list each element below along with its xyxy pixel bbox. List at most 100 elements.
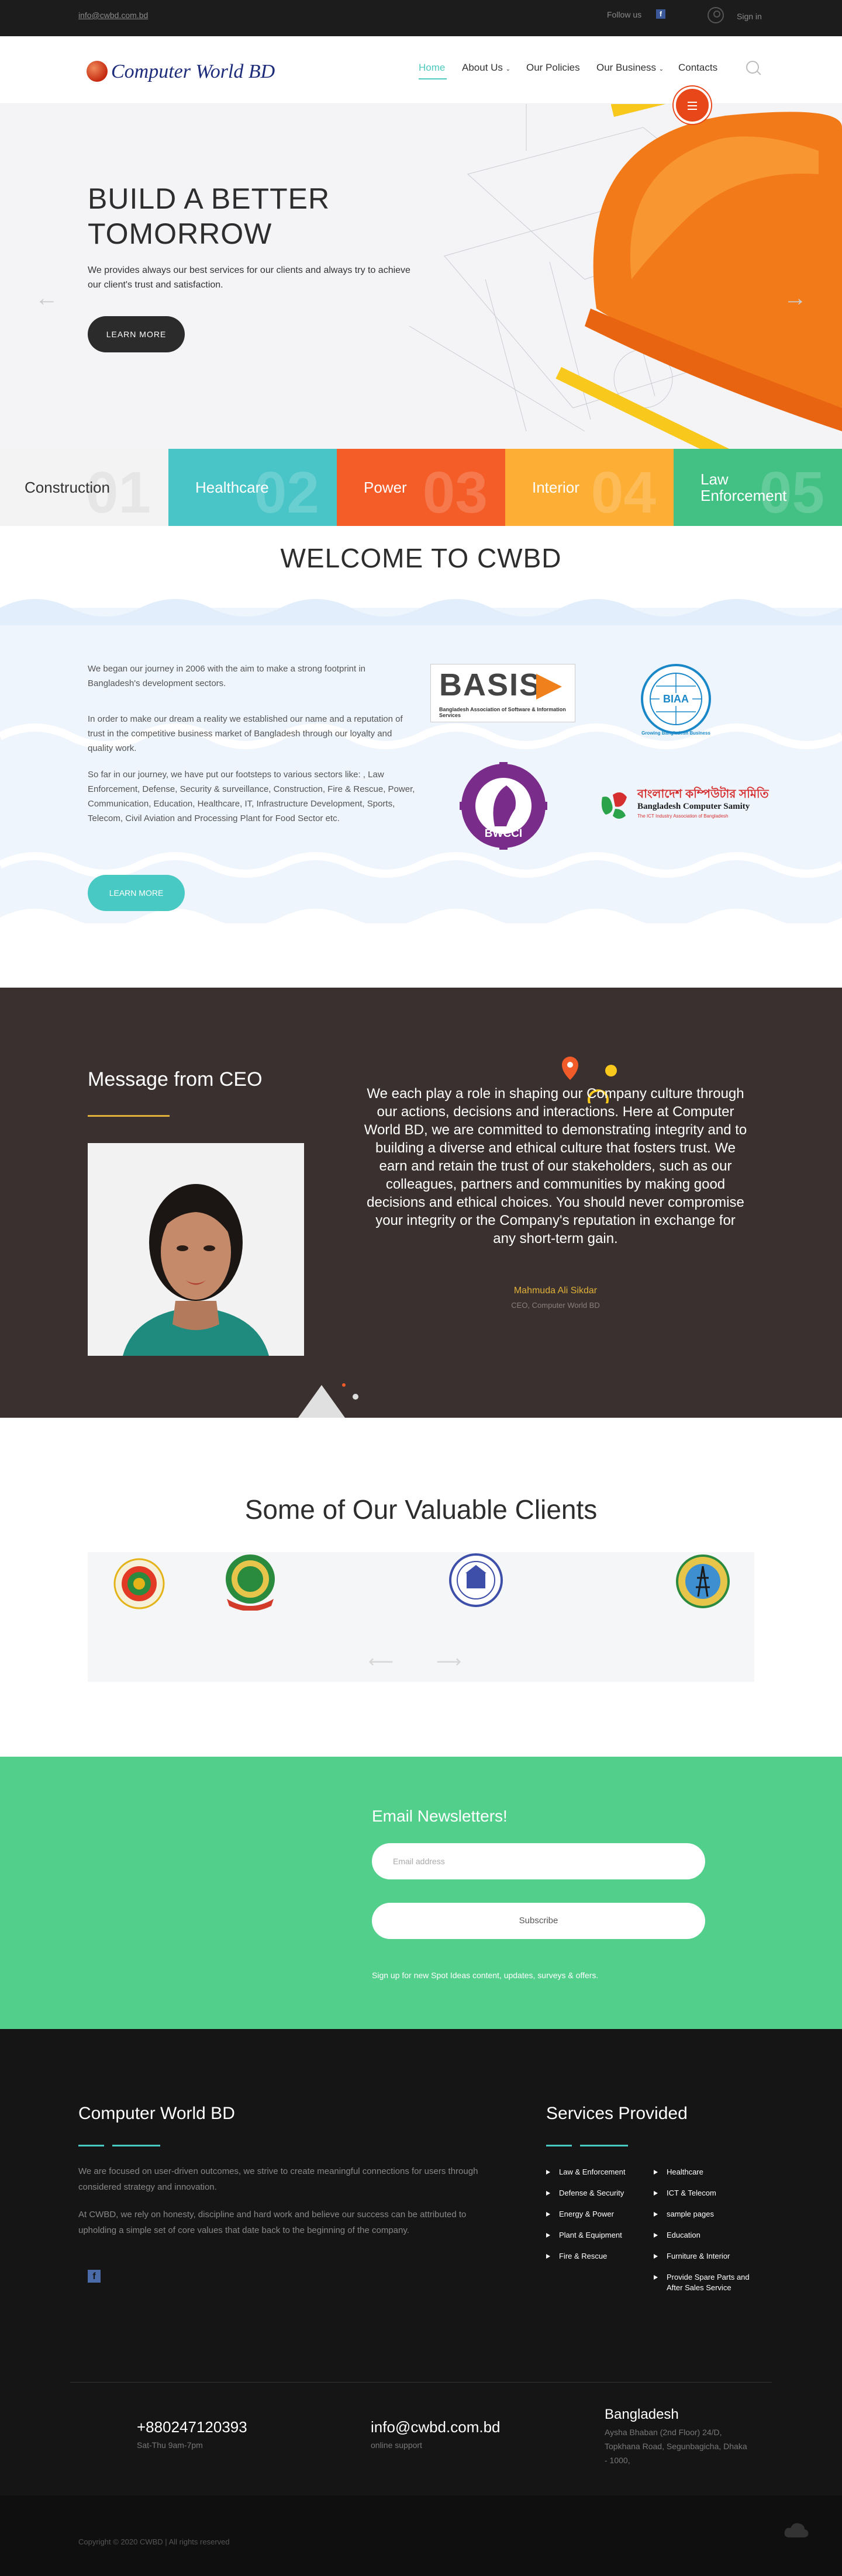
hero-next-arrow[interactable]: → — [784, 285, 807, 311]
client-logo-1 — [113, 1558, 165, 1609]
newsletter-email-input[interactable]: Email address — [372, 1843, 705, 1879]
footer-copyright: Copyright © 2020 CWBD | All rights reser… — [78, 2537, 230, 2546]
welcome-section: WELCOME TO CWBD We began our journey in … — [0, 526, 842, 988]
user-icon[interactable] — [708, 7, 724, 23]
bwcci-logo-text: BWCCI — [484, 827, 523, 840]
hero-subtitle: We provides always our best services for… — [88, 265, 410, 290]
tab-label: Law Enforcement — [700, 470, 787, 504]
tab-number: 04 — [591, 460, 656, 525]
nav-our-policies[interactable]: Our Policies — [526, 62, 580, 74]
clients-section: Some of Our Valuable Clients ⟵ ⟶ — [0, 1418, 842, 1757]
welcome-paragraph-1: We began our journey in 2006 with the ai… — [88, 664, 365, 688]
ceo-message-text: We each play a role in shaping our Compa… — [364, 1086, 747, 1247]
top-bar: info@cwbd.com.bd Follow us f Sign in — [0, 0, 842, 36]
service-item[interactable]: Education — [654, 2230, 700, 2241]
service-item[interactable]: Fire & Rescue — [546, 2251, 607, 2262]
topbar-email-link[interactable]: info@cwbd.com.bd — [78, 11, 148, 20]
logo-globe-icon — [87, 61, 108, 82]
sector-tabs: 01 Construction 02 Healthcare 03 Power 0… — [0, 449, 842, 526]
site-logo[interactable]: Computer World BD — [87, 56, 309, 85]
welcome-learn-more-button[interactable]: LEARN MORE — [88, 875, 185, 911]
tab-power[interactable]: 03 Power — [337, 449, 505, 526]
logo-text: Computer World BD — [111, 61, 275, 82]
newsletter-subscribe-button[interactable]: Subscribe — [372, 1903, 705, 1939]
nav-active-underline — [419, 78, 447, 79]
tab-construction[interactable]: 01 Construction — [0, 449, 168, 526]
ceo-role: CEO, Computer World BD — [511, 1301, 600, 1310]
footer-bottom-bar — [0, 2495, 842, 2576]
footer-country: Bangladesh — [605, 2407, 679, 2422]
bwcci-logo: BWCCI — [460, 762, 547, 850]
footer-company-title: Computer World BD — [78, 2104, 235, 2123]
basis-logo-text: BASIS — [439, 667, 542, 702]
ceo-photo — [88, 1143, 304, 1356]
hero-slider: ← → BUILD A BETTER TOMORROW We provides … — [0, 104, 842, 449]
footer-paragraph-2: At CWBD, we rely on honesty, discipline … — [78, 2210, 467, 2235]
footer-facebook-icon[interactable]: f — [88, 2270, 101, 2283]
biaa-logo-subtitle: Growing Bangladesh Business — [641, 730, 710, 736]
footer-address: Aysha Bhaban (2nd Floor) 24/D, Topkhana … — [605, 2428, 747, 2465]
tab-healthcare[interactable]: 02 Healthcare — [168, 449, 337, 526]
footer-services-title: Services Provided — [546, 2104, 688, 2123]
bcs-logo-tagline: The ICT Industry Association of Banglade… — [637, 813, 729, 819]
service-item[interactable]: Defense & Security — [546, 2188, 624, 2198]
tab-law-enforcement[interactable]: 05 Law Enforcement — [674, 449, 842, 526]
service-item[interactable]: Law & Enforcement — [546, 2167, 625, 2177]
newsletter-section: Email Newsletters! Email address Subscri… — [0, 1757, 842, 2029]
tab-number: 03 — [422, 460, 488, 525]
follow-us-label: Follow us — [607, 10, 642, 19]
service-item[interactable]: Plant & Equipment — [546, 2230, 622, 2241]
clients-title: Some of Our Valuable Clients — [244, 1494, 598, 1525]
tab-label: Interior — [532, 479, 579, 496]
basis-logo-subtitle: Bangladesh Association of Software & Inf… — [439, 707, 566, 718]
biaa-logo-text: BIAA — [663, 693, 689, 705]
basis-logo: BASIS Bangladesh Association of Software… — [430, 664, 575, 722]
menu-toggle-button[interactable] — [674, 86, 711, 124]
footer-email[interactable]: info@cwbd.com.bd — [371, 2418, 501, 2436]
search-icon[interactable] — [746, 61, 759, 74]
biaa-logo: BIAA Growing Bangladesh Business — [636, 663, 716, 742]
tab-label: Construction — [25, 479, 110, 496]
nav-about-us[interactable]: About Us ⌄ — [462, 62, 510, 74]
footer-paragraph-1: We are focused on user-driven outcomes, … — [78, 2166, 478, 2192]
service-item[interactable]: Provide Spare Parts and After Sales Serv… — [654, 2272, 765, 2293]
service-item[interactable]: sample pages — [654, 2209, 714, 2220]
welcome-paragraph-3: So far in our journey, we have put our f… — [88, 770, 415, 823]
welcome-title: WELCOME TO CWBD — [280, 543, 562, 573]
client-logo-3 — [449, 1553, 503, 1607]
clients-next-arrow[interactable]: ⟶ — [436, 1651, 461, 1672]
nav-contacts[interactable]: Contacts — [678, 62, 717, 74]
welcome-paragraph-2: In order to make our dream a reality we … — [88, 714, 403, 753]
site-header: Computer World BD Home About Us ⌄ Our Po… — [0, 36, 842, 104]
ceo-section-title: Message from CEO — [88, 1068, 263, 1090]
service-item[interactable]: ICT & Telecom — [654, 2188, 716, 2198]
cloud-icon[interactable] — [784, 2521, 809, 2539]
sign-in-link[interactable]: Sign in — [737, 12, 762, 21]
site-footer: Computer World BD We are focused on user… — [0, 2029, 842, 2576]
newsletter-title: Email Newsletters! — [372, 1807, 508, 1825]
hero-learn-more-button[interactable]: LEARN MORE — [88, 316, 185, 352]
footer-hours: Sat-Thu 9am-7pm — [137, 2440, 203, 2450]
service-item[interactable]: Healthcare — [654, 2167, 703, 2177]
clients-carousel: ⟵ ⟶ — [88, 1552, 754, 1682]
client-logo-4 — [676, 1554, 730, 1608]
hero-prev-arrow[interactable]: ← — [35, 285, 58, 311]
ceo-name: Mahmuda Ali Sikdar — [513, 1286, 598, 1296]
clients-prev-arrow[interactable]: ⟵ — [368, 1651, 394, 1672]
decorative-triangle — [298, 1383, 358, 1418]
client-logo-2 — [226, 1554, 275, 1611]
service-item[interactable]: Furniture & Interior — [654, 2251, 730, 2262]
nav-home[interactable]: Home — [419, 62, 445, 74]
bcs-logo: বাংলাদেশ কম্পিউটার সমিতি Bangladesh Comp… — [598, 783, 769, 830]
tab-label: Power — [364, 479, 407, 496]
tab-interior[interactable]: 04 Interior — [505, 449, 674, 526]
footer-phone[interactable]: +880247120393 — [137, 2418, 247, 2436]
hero-heading: BUILD A BETTER TOMORROW — [88, 182, 330, 250]
footer-title-underline — [78, 2145, 160, 2146]
footer-divider — [70, 2382, 772, 2383]
service-item[interactable]: Energy & Power — [546, 2209, 614, 2220]
newsletter-note: Sign up for new Spot Ideas content, upda… — [372, 1971, 599, 1980]
nav-our-business[interactable]: Our Business ⌄ — [596, 62, 664, 74]
facebook-icon[interactable]: f — [656, 9, 665, 19]
footer-support-label: online support — [371, 2440, 422, 2450]
